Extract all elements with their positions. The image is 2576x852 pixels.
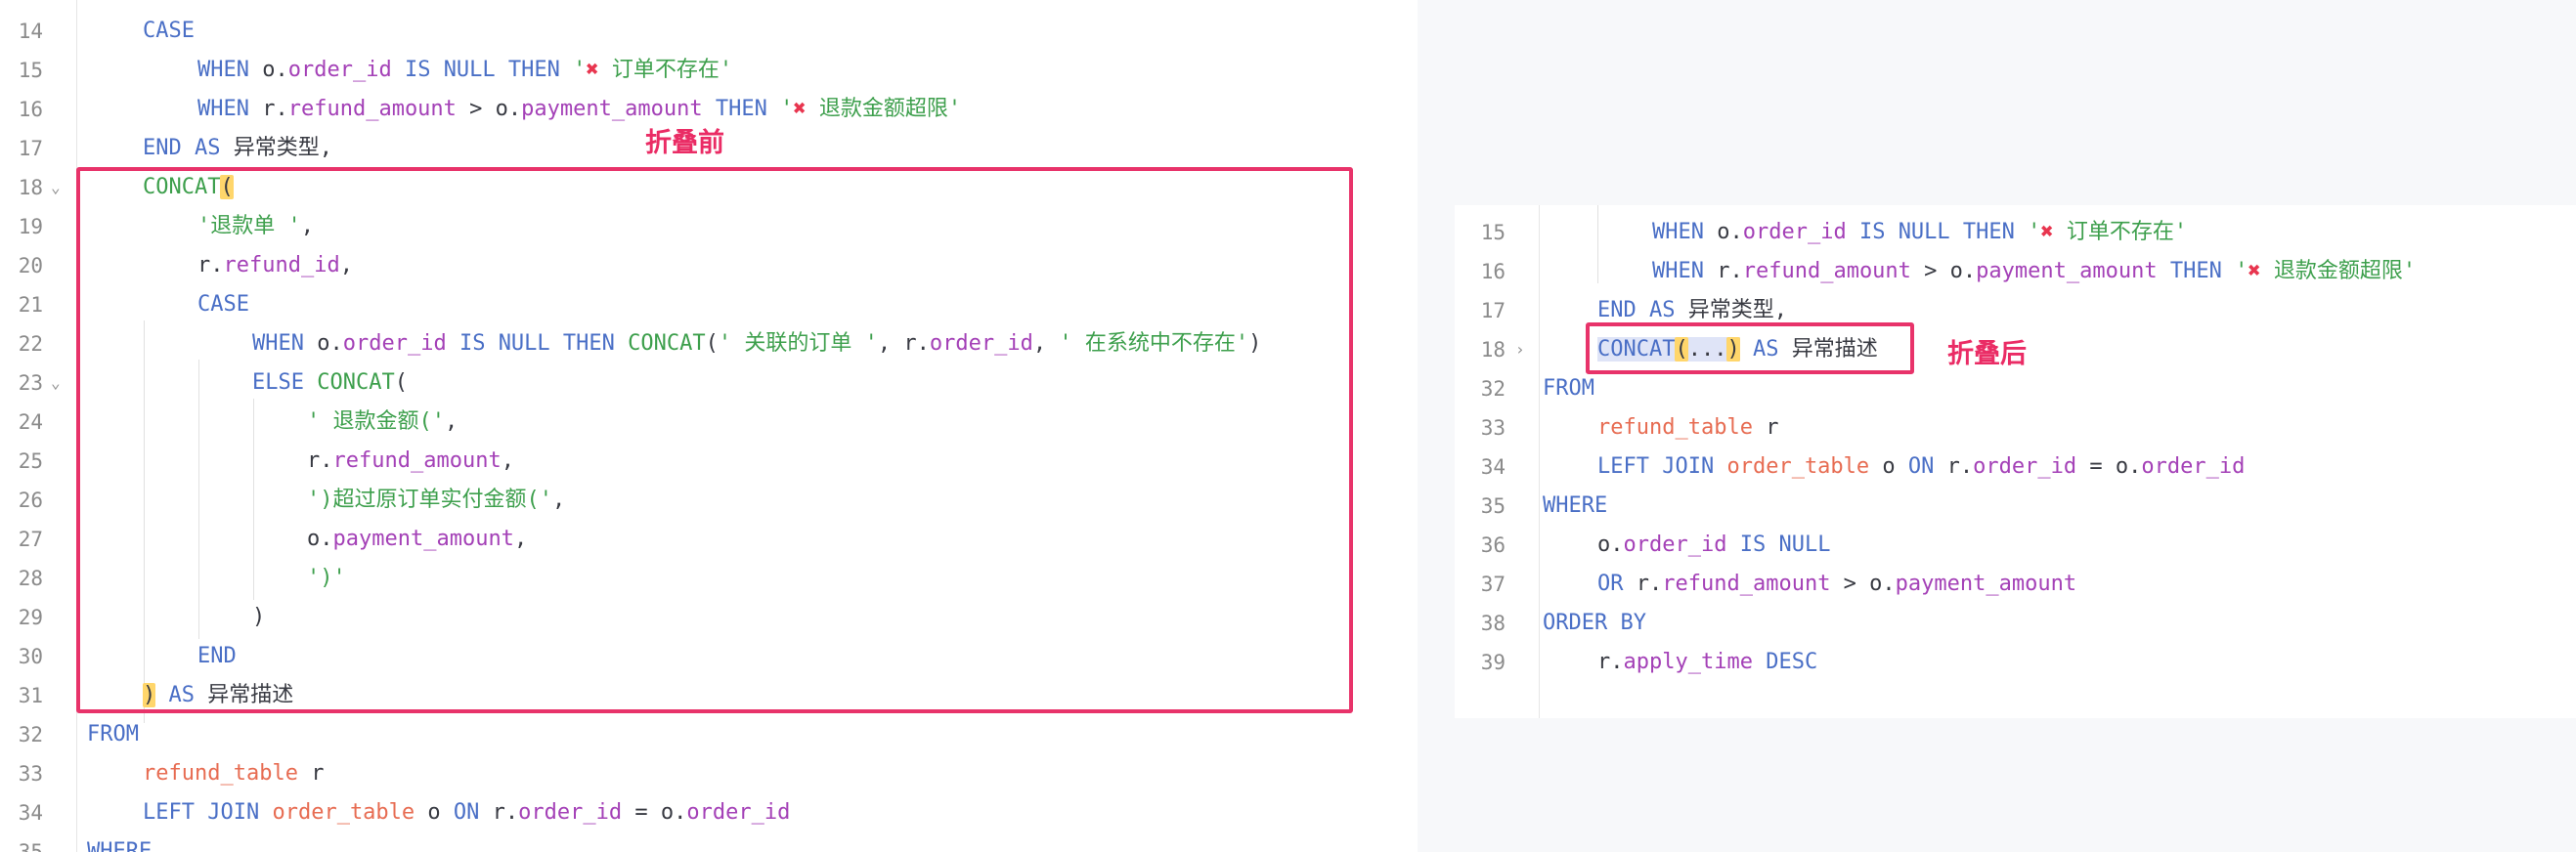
code-text: WHEN r.refund_amount > o.payment_amount … [1652, 259, 2417, 283]
line-number: 15 [18, 59, 43, 82]
code-line[interactable]: 37 OR r.refund_amount > o.payment_amount [1455, 565, 2076, 604]
code-line[interactable]: 22 WHEN o.order_id IS NULL THEN CONCAT('… [0, 324, 1262, 363]
line-number: 31 [18, 684, 43, 707]
code-line[interactable]: 33 refund_table r [1455, 408, 1779, 447]
code-line[interactable]: 34 LEFT JOIN order_table o ON r.order_id… [1455, 447, 2246, 487]
code-text: OR r.refund_amount > o.payment_amount [1597, 572, 2077, 596]
line-number: 33 [18, 762, 43, 786]
line-number: 16 [18, 98, 43, 121]
code-text: FROM [1543, 376, 1594, 401]
code-line[interactable]: 28 ')' [0, 559, 346, 598]
code-line[interactable]: 29 ) [0, 598, 266, 637]
chevron-down-icon[interactable]: ⌄ [51, 363, 61, 403]
code-line[interactable]: 19 '退款单 ', [0, 207, 314, 246]
code-line[interactable]: 18 ⌄ CONCAT( [0, 168, 234, 207]
line-number: 22 [18, 332, 43, 356]
line-number: 25 [18, 449, 43, 473]
code-text: refund_table r [1597, 415, 1779, 440]
line-number: 18 [1480, 338, 1506, 362]
code-text: FROM [87, 722, 139, 746]
code-line[interactable]: 25 r.refund_amount, [0, 442, 514, 481]
code-text: CASE [143, 19, 195, 43]
code-line[interactable]: 24 ' 退款金额(', [0, 403, 458, 442]
code-line[interactable]: 27 o.payment_amount, [0, 520, 527, 559]
line-number: 17 [18, 137, 43, 160]
line-number: 17 [1480, 299, 1506, 322]
line-number: 35 [18, 840, 43, 852]
code-line[interactable]: 15 WHEN o.order_id IS NULL THEN '✖ 订单不存在… [0, 51, 732, 90]
line-number: 28 [18, 567, 43, 590]
code-line[interactable]: 30 END [0, 637, 237, 676]
code-line[interactable]: 32 FROM [1455, 369, 1594, 408]
line-number: 24 [18, 410, 43, 434]
code-text: WHERE [1543, 493, 1608, 518]
line-number: 39 [1480, 651, 1506, 674]
indent-guide [1597, 205, 1598, 283]
code-text: END AS 异常类型, [143, 136, 332, 160]
line-number: 18 [18, 176, 43, 199]
code-line[interactable]: 33 refund_table r [0, 754, 325, 793]
line-number: 21 [18, 293, 43, 317]
code-text: r.apply_time DESC [1597, 650, 1818, 674]
line-number: 20 [18, 254, 43, 277]
code-text: ORDER BY [1543, 611, 1646, 635]
code-line[interactable]: 36 o.order_id IS NULL [1455, 526, 1831, 565]
code-text: o.order_id IS NULL [1597, 532, 1831, 557]
code-line[interactable]: 23 ⌄ ELSE CONCAT( [0, 363, 408, 403]
line-number: 34 [18, 801, 43, 825]
line-number: 34 [1480, 455, 1506, 479]
code-line[interactable]: 17 END AS 异常类型, [0, 129, 332, 168]
code-text: LEFT JOIN order_table o ON r.order_id = … [1597, 454, 2246, 479]
before-fold-label: 折叠前 [645, 128, 724, 158]
line-number: 27 [18, 528, 43, 551]
code-line[interactable]: 32 FROM [0, 715, 139, 754]
code-text: refund_table r [143, 761, 325, 786]
code-line[interactable]: 26 ')超过原订单实付金额(', [0, 481, 566, 520]
code-line[interactable]: 16 WHEN r.refund_amount > o.payment_amou… [0, 90, 961, 129]
code-editor-after[interactable]: 15 WHEN o.order_id IS NULL THEN '✖ 订单不存在… [1455, 205, 2576, 718]
code-text: WHEN o.order_id IS NULL THEN '✖ 订单不存在' [1652, 220, 2188, 244]
code-line[interactable]: 34 LEFT JOIN order_table o ON r.order_id… [0, 793, 791, 832]
line-number: 29 [18, 606, 43, 629]
line-number: 14 [18, 20, 43, 43]
code-text: WHERE [87, 839, 153, 852]
line-number: 19 [18, 215, 43, 238]
folded-line-highlight [1586, 322, 1914, 374]
line-number: 32 [18, 723, 43, 746]
code-line[interactable]: 14 CASE [0, 12, 195, 51]
line-number: 26 [18, 489, 43, 512]
line-number: 30 [18, 645, 43, 668]
line-number: 15 [1480, 221, 1506, 244]
line-number: 16 [1480, 260, 1506, 283]
line-number: 35 [1480, 494, 1506, 518]
code-line[interactable]: 20 r.refund_id, [0, 246, 353, 285]
code-line[interactable]: 38 ORDER BY [1455, 604, 1646, 643]
line-number: 33 [1480, 416, 1506, 440]
code-line[interactable]: 31 ) AS 异常描述 [0, 676, 293, 715]
code-line[interactable]: 39 r.apply_time DESC [1455, 643, 1817, 682]
line-number: 36 [1480, 533, 1506, 557]
code-editor-before[interactable]: 14 CASE 15 WHEN o.order_id IS NULL THEN … [0, 0, 1418, 852]
code-line[interactable]: 15 WHEN o.order_id IS NULL THEN '✖ 订单不存在… [1455, 213, 2187, 252]
code-line[interactable]: 35 WHERE [0, 832, 153, 852]
code-line[interactable]: 35 WHERE [1455, 487, 1608, 526]
line-number: 32 [1480, 377, 1506, 401]
after-fold-label: 折叠后 [1947, 339, 2027, 369]
chevron-right-icon[interactable]: › [1515, 330, 1525, 369]
code-line[interactable]: 17 END AS 异常类型, [1455, 291, 1787, 330]
code-line[interactable]: 18 › CONCAT(...) AS 异常描述 [1455, 330, 1878, 369]
chevron-down-icon[interactable]: ⌄ [51, 168, 61, 207]
code-line[interactable]: 21 CASE [0, 285, 249, 324]
folded-region-highlight [76, 167, 1353, 713]
line-number: 38 [1480, 612, 1506, 635]
code-line[interactable]: 16 WHEN r.refund_amount > o.payment_amou… [1455, 252, 2416, 291]
code-text: WHEN o.order_id IS NULL THEN '✖ 订单不存在' [197, 58, 733, 82]
code-text: LEFT JOIN order_table o ON r.order_id = … [143, 800, 791, 825]
code-text: WHEN r.refund_amount > o.payment_amount … [197, 97, 962, 121]
line-number: 37 [1480, 573, 1506, 596]
line-number: 23 [18, 371, 43, 395]
